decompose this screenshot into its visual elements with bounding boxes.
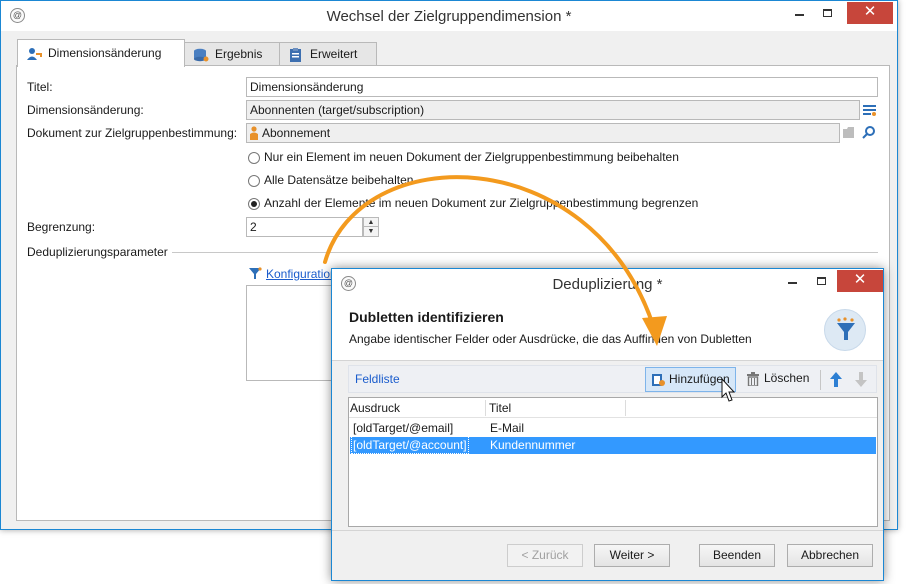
tab-label: Erweitert: [310, 47, 358, 61]
dialog-heading: Dubletten identifizieren: [349, 309, 504, 325]
document-label: Dokument zur Zielgruppenbestimmung:: [27, 126, 238, 140]
tab-label: Dimensionsänderung: [48, 46, 162, 60]
tab-advanced[interactable]: Erweitert: [279, 42, 377, 66]
cell-title: E-Mail: [490, 421, 525, 435]
radio-limit-count[interactable]: Anzahl der Elemente im neuen Dokument zu…: [248, 196, 698, 212]
move-up-icon[interactable]: [829, 371, 843, 388]
field-list-toolbar: Feldliste Hinzufügen Löschen: [348, 365, 877, 393]
database-icon: [194, 48, 209, 62]
cell-expression: [oldTarget/@account]: [351, 436, 469, 454]
dedup-section-label: Deduplizierungsparameter: [27, 245, 168, 259]
title-field[interactable]: Dimensionsänderung: [246, 77, 878, 97]
minimize-button[interactable]: [778, 270, 806, 292]
tab-result[interactable]: Ergebnis: [184, 42, 280, 66]
dimension-change-icon: [27, 47, 42, 60]
close-button[interactable]: ✕: [837, 270, 883, 292]
next-button[interactable]: Weiter >: [594, 544, 670, 567]
radio-label: Nur ein Element im neuen Dokument der Zi…: [264, 150, 679, 164]
clipboard-icon: [290, 47, 301, 62]
delete-button-label: Löschen: [764, 371, 810, 385]
dedup-config-area: [246, 285, 336, 381]
filter-icon: [249, 267, 262, 279]
title-label: Titel:: [27, 80, 53, 94]
radio-label: Alle Datensätze beibehalten: [264, 173, 414, 187]
limit-stepper[interactable]: ▲ ▼: [363, 217, 379, 237]
person-icon: [250, 126, 258, 140]
radio-button[interactable]: [248, 197, 260, 210]
close-button[interactable]: ✕: [847, 2, 893, 24]
dimension-label: Dimensionsänderung:: [27, 103, 144, 117]
trash-icon: [747, 371, 759, 386]
limit-field[interactable]: 2: [246, 217, 363, 237]
limit-label: Begrenzung:: [27, 220, 96, 234]
column-header-expression[interactable]: Ausdruck: [350, 401, 400, 415]
tab-dimension-change[interactable]: Dimensionsänderung: [17, 39, 185, 67]
radio-button[interactable]: [248, 151, 260, 164]
folder-icon[interactable]: [842, 126, 856, 139]
table-header: Ausdruck Titel: [349, 398, 877, 418]
table-row[interactable]: [oldTarget/@email] E-Mail: [350, 420, 876, 437]
dialog-header: Dubletten identifizieren Angabe identisc…: [332, 299, 883, 361]
dimension-field[interactable]: Abonnenten (target/subscription): [246, 100, 860, 120]
radio-label: Anzahl der Elemente im neuen Dokument zu…: [264, 196, 699, 210]
document-field[interactable]: Abonnement: [246, 123, 840, 143]
dialog-footer: < Zurück Weiter > Beenden Abbrechen: [332, 530, 883, 580]
move-down-icon[interactable]: [854, 371, 868, 388]
column-divider[interactable]: [485, 400, 486, 416]
section-divider: [172, 252, 878, 253]
radio-button[interactable]: [248, 174, 260, 187]
cell-expression: [oldTarget/@email]: [353, 421, 454, 435]
duplicate-fields-table: Ausdruck Titel [oldTarget/@email] E-Mail…: [348, 397, 878, 527]
toolbar-divider: [820, 370, 821, 390]
cancel-button[interactable]: Abbrechen: [787, 544, 873, 567]
filter-badge-icon: [824, 309, 866, 351]
dialog-subheading: Angabe identischer Felder oder Ausdrücke…: [349, 332, 752, 346]
delete-button[interactable]: Löschen: [741, 367, 814, 392]
tab-label: Ergebnis: [215, 47, 263, 61]
configuration-link[interactable]: Konfiguration: [266, 267, 337, 281]
add-button-label: Hinzufügen: [669, 372, 730, 386]
minimize-button[interactable]: [785, 2, 813, 24]
cell-title: Kundennummer: [490, 438, 576, 452]
stepper-up-icon[interactable]: ▲: [364, 218, 378, 227]
stepper-down-icon[interactable]: ▼: [364, 227, 378, 236]
maximize-button[interactable]: [813, 2, 841, 24]
add-icon: [652, 373, 665, 386]
column-divider[interactable]: [625, 400, 626, 416]
document-field-value: Abonnement: [262, 126, 331, 140]
table-row-selected[interactable]: [oldTarget/@account] Kundennummer: [350, 436, 876, 454]
radio-keep-one[interactable]: Nur ein Element im neuen Dokument der Zi…: [248, 150, 679, 166]
main-titlebar: @ Wechsel der Zielgruppendimension * ✕: [1, 1, 897, 31]
field-list-label: Feldliste: [355, 372, 400, 386]
maximize-button[interactable]: [807, 270, 835, 292]
dimension-select-icon[interactable]: [863, 104, 876, 117]
deduplication-dialog: @ Deduplizierung * ✕ Dubletten identifiz…: [331, 268, 884, 581]
main-window-title: Wechsel der Zielgruppendimension *: [326, 8, 572, 25]
dialog-titlebar: @ Deduplizierung * ✕: [332, 269, 883, 299]
finish-button[interactable]: Beenden: [699, 544, 775, 567]
radio-keep-all[interactable]: Alle Datensätze beibehalten: [248, 173, 413, 189]
column-header-title[interactable]: Titel: [489, 401, 511, 415]
add-button[interactable]: Hinzufügen: [645, 367, 736, 392]
back-button[interactable]: < Zurück: [507, 544, 583, 567]
search-icon[interactable]: [862, 125, 876, 139]
